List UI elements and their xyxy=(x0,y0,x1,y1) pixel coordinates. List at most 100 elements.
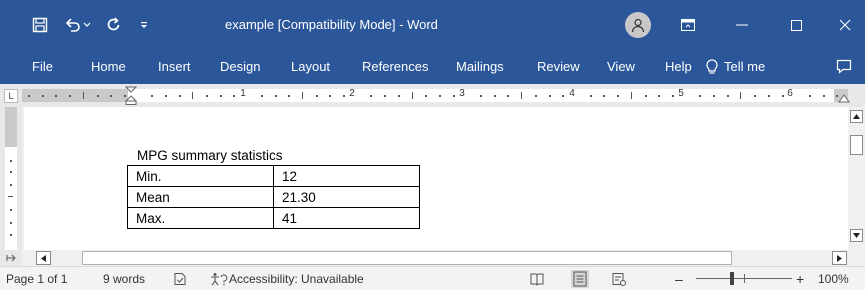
scroll-down-icon[interactable] xyxy=(850,229,863,242)
tab-design[interactable]: Design xyxy=(220,50,260,84)
ruler-dot xyxy=(617,95,619,97)
table-cell-value[interactable]: 41 xyxy=(273,207,420,229)
vertical-ruler[interactable] xyxy=(0,107,22,250)
indent-marker-icon[interactable] xyxy=(125,86,137,105)
ruler-tick xyxy=(740,92,741,99)
avatar-icon[interactable] xyxy=(625,12,651,38)
ruler-dot xyxy=(823,95,825,97)
scroll-up-icon[interactable] xyxy=(850,110,863,123)
ruler-dot xyxy=(10,160,12,162)
ruler-dot xyxy=(10,184,12,186)
ruler-dot xyxy=(439,95,441,97)
ruler-dot xyxy=(370,95,372,97)
customize-quick-access-icon[interactable] xyxy=(137,13,151,37)
save-icon[interactable] xyxy=(28,13,52,37)
ruler-number: 4 xyxy=(569,88,575,99)
table-cell-label[interactable]: Max. xyxy=(127,207,274,229)
ruler-dot xyxy=(10,209,12,211)
tell-me-search[interactable]: Tell me xyxy=(724,50,765,84)
ruler-number: 6 xyxy=(787,88,793,99)
ruler-dot xyxy=(220,95,222,97)
ruler-corner-icon xyxy=(6,254,16,262)
table-cell-value[interactable]: 21.30 xyxy=(273,186,420,208)
ruler-tick xyxy=(8,196,13,197)
tab-review[interactable]: Review xyxy=(537,50,580,84)
zoom-slider-thumb[interactable] xyxy=(730,272,734,285)
vertical-scrollbar[interactable] xyxy=(848,107,865,250)
tab-selector[interactable]: L xyxy=(4,89,18,103)
ruler-dot xyxy=(768,95,770,97)
undo-dropdown-chevron-icon[interactable] xyxy=(81,13,93,37)
tab-layout[interactable]: Layout xyxy=(291,50,330,84)
summary-table[interactable]: Min. 12 Mean 21.30 Max. 41 xyxy=(127,165,420,229)
ribbon-display-options-icon[interactable] xyxy=(665,0,711,50)
right-indent-marker-icon[interactable] xyxy=(838,94,850,104)
page-count[interactable]: Page 1 of 1 xyxy=(6,267,67,290)
close-icon[interactable] xyxy=(822,0,865,50)
ruler-dot xyxy=(97,95,99,97)
document-page[interactable]: MPG summary statistics Min. 12 Mean 21.3… xyxy=(24,107,848,250)
table-row: Mean 21.30 xyxy=(127,186,420,208)
tab-view[interactable]: View xyxy=(607,50,635,84)
zoom-slider-midpoint xyxy=(744,274,745,283)
ruler-number: 5 xyxy=(678,88,684,99)
proofing-icon[interactable] xyxy=(173,272,187,286)
table-cell-label[interactable]: Min. xyxy=(127,165,274,187)
ruler-dot xyxy=(480,95,482,97)
ruler-dot xyxy=(425,95,427,97)
ruler-dot xyxy=(206,95,208,97)
tab-help[interactable]: Help xyxy=(665,50,692,84)
tab-references[interactable]: References xyxy=(362,50,428,84)
scroll-left-icon[interactable] xyxy=(36,251,51,265)
horizontal-scroll-thumb[interactable] xyxy=(82,251,732,265)
lightbulb-icon[interactable] xyxy=(705,59,721,75)
ruler-dot xyxy=(727,95,729,97)
zoom-in-button[interactable]: + xyxy=(796,267,804,290)
horizontal-scrollbar[interactable] xyxy=(22,250,865,266)
ruler-dot xyxy=(809,95,811,97)
tab-file[interactable]: File xyxy=(32,50,53,84)
window-title: example [Compatibility Mode] - Word xyxy=(225,17,438,32)
ruler-dot xyxy=(658,95,660,97)
ruler-tick xyxy=(521,92,522,99)
web-layout-icon[interactable] xyxy=(612,272,626,286)
ruler-background xyxy=(22,89,848,102)
read-mode-icon[interactable] xyxy=(530,272,544,286)
table-cell-label[interactable]: Mean xyxy=(127,186,274,208)
ruler-dot xyxy=(562,95,564,97)
zoom-out-button[interactable]: – xyxy=(675,267,683,290)
ruler-dot xyxy=(233,95,235,97)
ruler-tick xyxy=(83,92,84,99)
accessibility-icon[interactable] xyxy=(210,272,228,286)
ruler-number: 2 xyxy=(349,88,355,99)
title-bar: example [Compatibility Mode] - Word xyxy=(0,0,865,50)
ruler-dot xyxy=(261,95,263,97)
horizontal-ruler[interactable]: 1 2 3 4 5 6 xyxy=(22,86,850,105)
ruler-dot xyxy=(151,95,153,97)
print-layout-icon[interactable] xyxy=(571,270,589,288)
ruler-dot xyxy=(549,95,551,97)
table-cell-value[interactable]: 12 xyxy=(273,165,420,187)
accessibility-status[interactable]: Accessibility: Unavailable xyxy=(229,267,364,290)
ruler-dot xyxy=(672,95,674,97)
ruler-dot xyxy=(754,95,756,97)
scroll-right-icon[interactable] xyxy=(832,251,847,265)
tab-mailings[interactable]: Mailings xyxy=(456,50,504,84)
ruler-dot xyxy=(55,95,57,97)
vertical-scroll-thumb[interactable] xyxy=(850,135,863,155)
ruler-dot xyxy=(699,95,701,97)
redo-icon[interactable] xyxy=(102,13,126,37)
word-count[interactable]: 9 words xyxy=(103,267,145,290)
ruler-tick xyxy=(192,92,193,99)
ruler-dot xyxy=(10,234,12,236)
tab-insert[interactable]: Insert xyxy=(158,50,191,84)
tab-home[interactable]: Home xyxy=(91,50,126,84)
status-bar: Page 1 of 1 9 words Accessibility: Unava… xyxy=(0,266,865,290)
ruler-dot xyxy=(179,95,181,97)
maximize-icon[interactable] xyxy=(773,0,819,50)
comment-icon[interactable] xyxy=(836,59,854,75)
zoom-level[interactable]: 100% xyxy=(818,267,849,290)
minimize-icon[interactable] xyxy=(719,0,765,50)
ruler-tick xyxy=(412,92,413,99)
ruler-dot xyxy=(645,95,647,97)
